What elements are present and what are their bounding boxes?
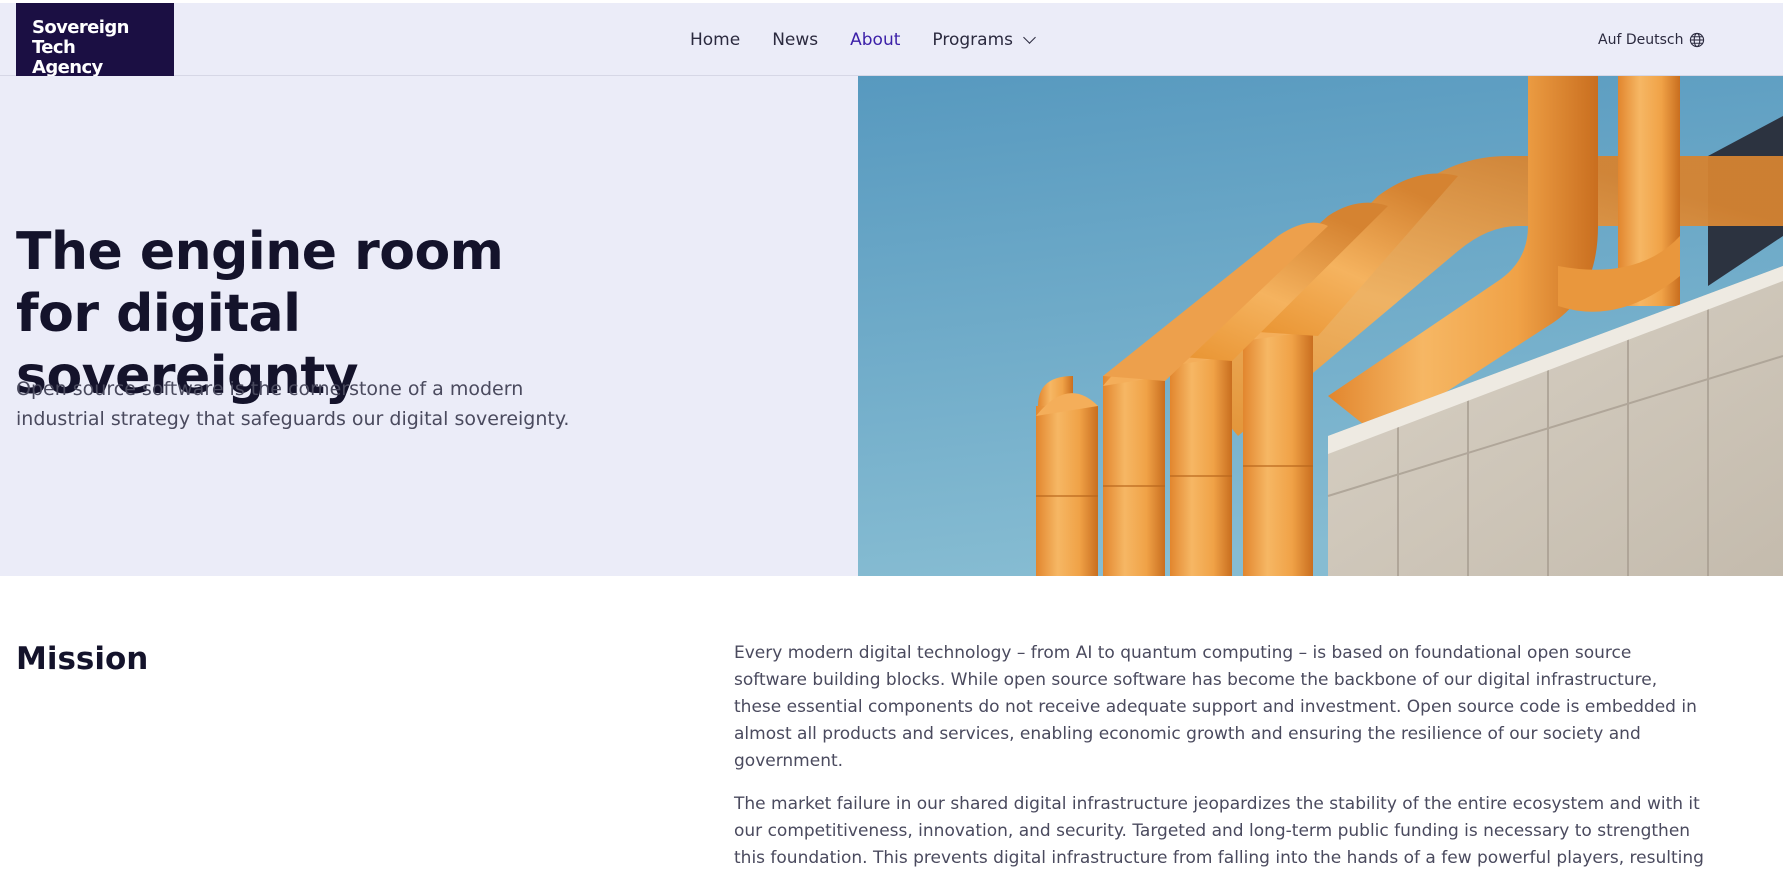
nav-news[interactable]: News bbox=[772, 30, 818, 50]
nav-news-label: News bbox=[772, 29, 819, 50]
nav-programs-dropdown[interactable]: Programs bbox=[932, 29, 1036, 50]
pipes-photo bbox=[858, 76, 1783, 576]
nav-programs-label: Programs bbox=[932, 29, 1013, 50]
mission-heading: Mission bbox=[16, 641, 149, 677]
mission-paragraph-2: The market failure in our shared digital… bbox=[734, 794, 1704, 868]
site-logo[interactable]: Sovereign Tech Agency bbox=[16, 3, 174, 78]
mission-body: Every modern digital technology – from A… bbox=[734, 640, 1709, 874]
site-header: Sovereign Tech Agency Home News About Pr… bbox=[0, 3, 1783, 78]
language-switch[interactable]: Auf Deutsch bbox=[1598, 3, 1705, 76]
main-nav: Home News About Programs bbox=[690, 3, 1066, 76]
language-switch-label: Auf Deutsch bbox=[1598, 31, 1684, 48]
logo-line-2: Agency bbox=[32, 57, 103, 78]
nav-home-label: Home bbox=[690, 29, 741, 50]
mission-section: Mission Every modern digital technology … bbox=[0, 576, 1783, 874]
mission-paragraph-1: Every modern digital technology – from A… bbox=[734, 643, 1697, 771]
nav-about[interactable]: About bbox=[850, 30, 900, 50]
nav-about-label: About bbox=[850, 29, 901, 50]
hero-image bbox=[858, 76, 1783, 576]
hero-section: The engine room for digital sovereignty … bbox=[0, 76, 1783, 576]
hero-lead: Open source software is the cornerstone … bbox=[16, 378, 570, 430]
chevron-down-icon bbox=[1023, 30, 1036, 44]
globe-icon bbox=[1690, 32, 1705, 47]
logo-line-1: Sovereign Tech bbox=[32, 17, 129, 58]
nav-home[interactable]: Home bbox=[690, 30, 740, 50]
